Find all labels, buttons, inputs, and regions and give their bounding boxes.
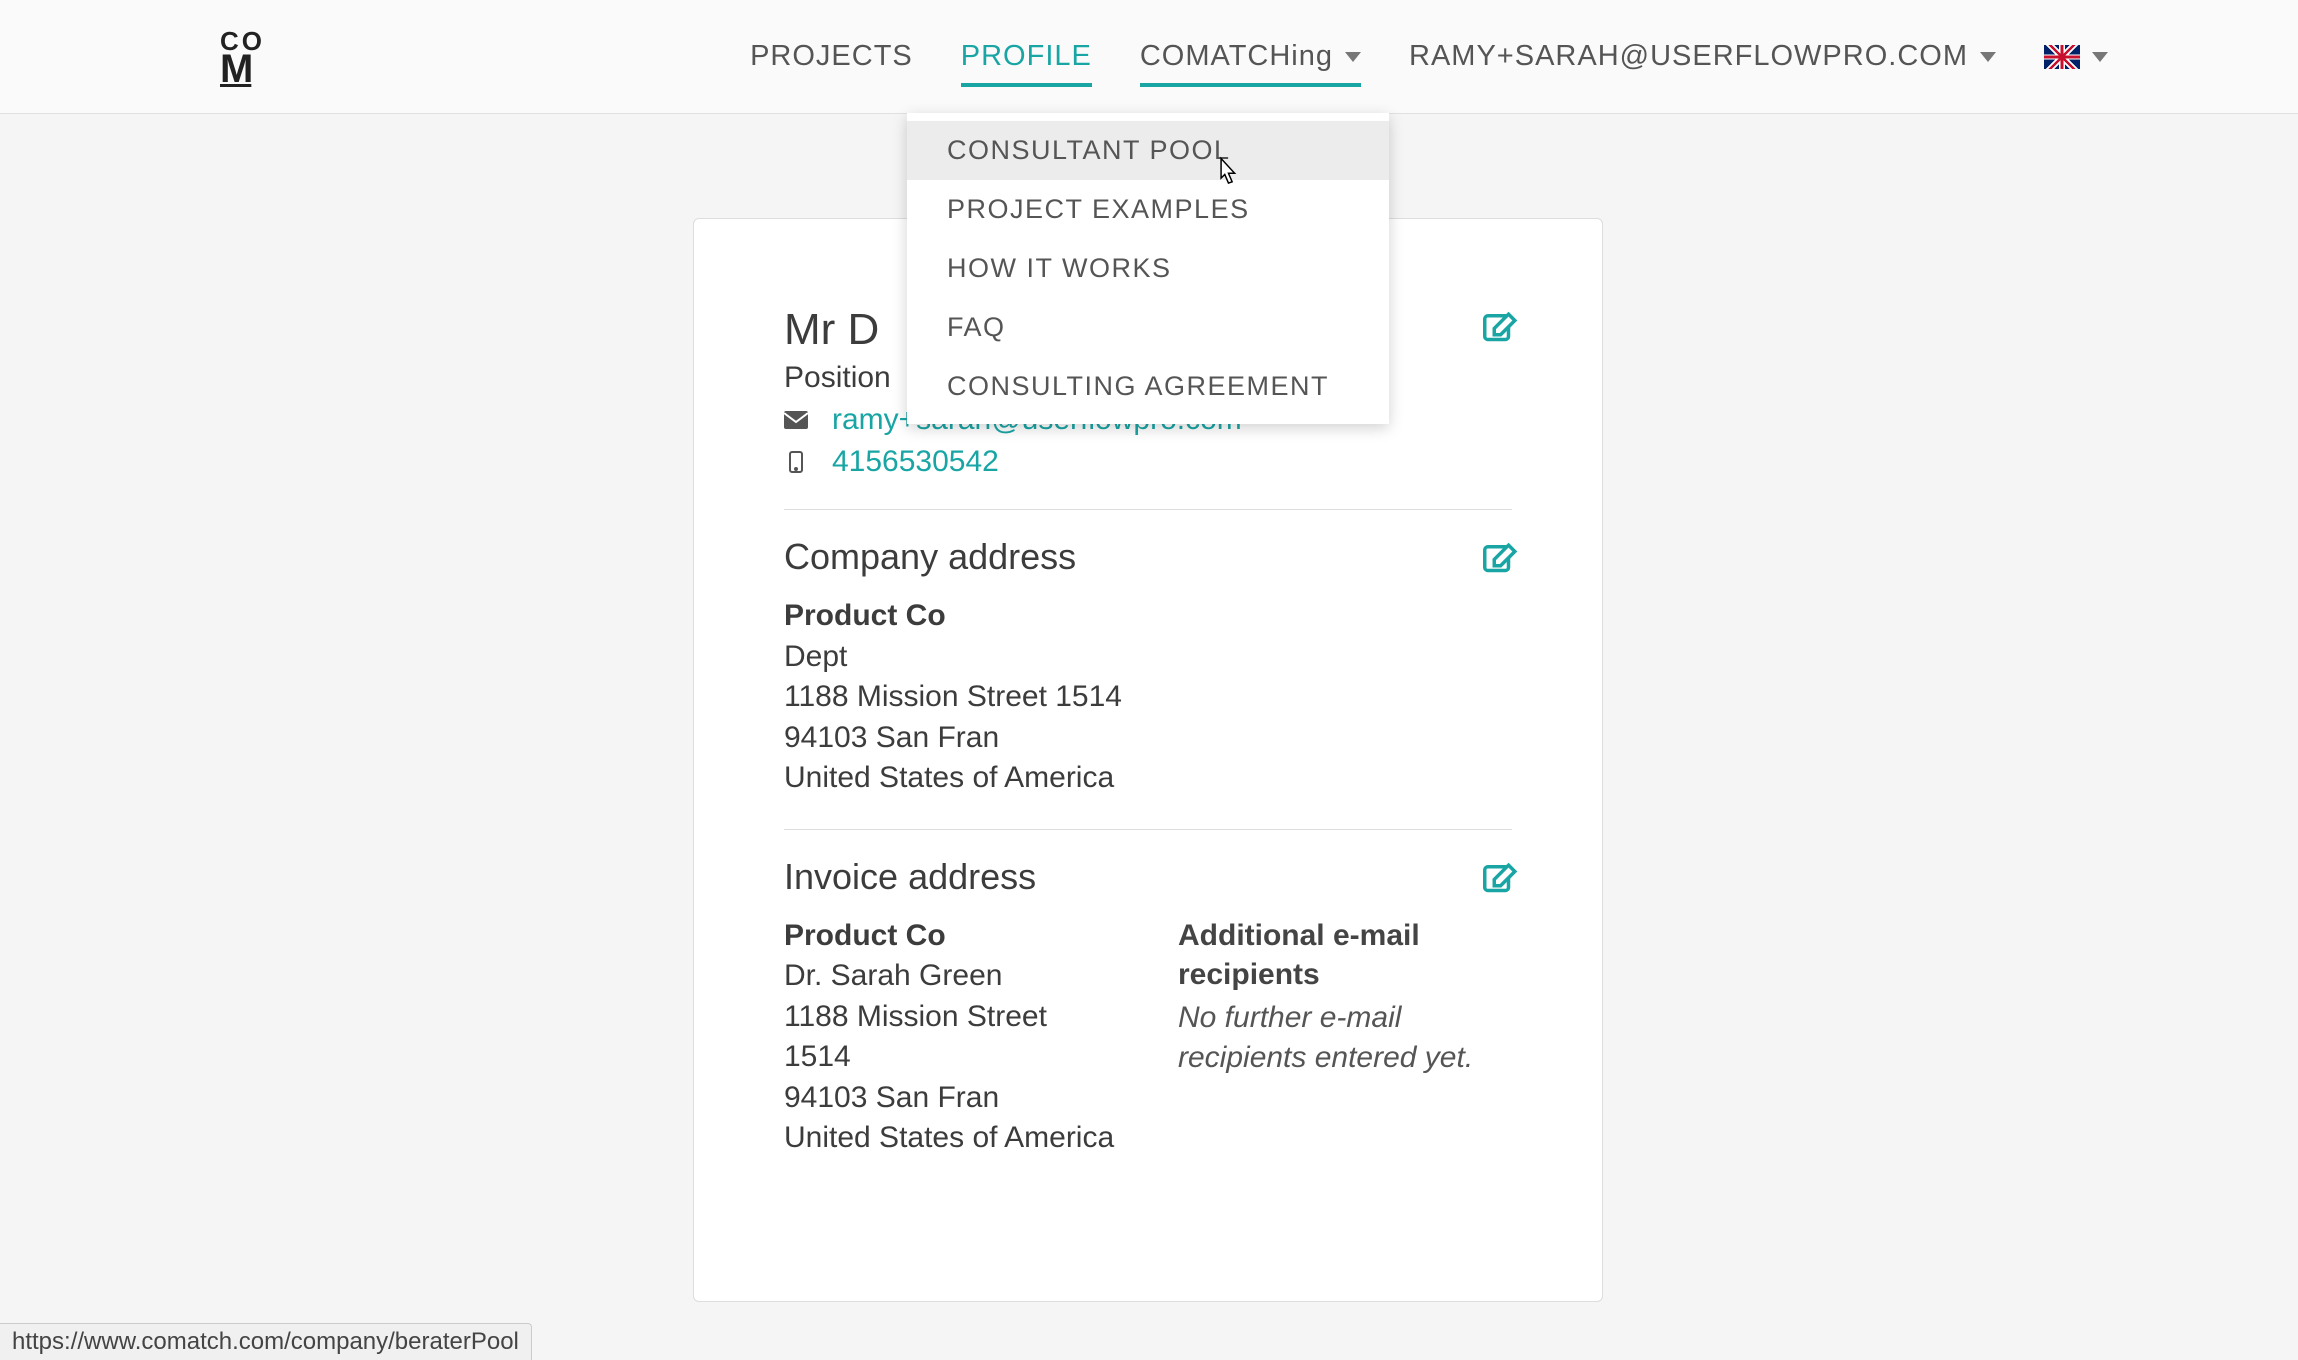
top-nav-bar: CO M PROJECTS PROFILE COMATCHing RAMY+SA… [0, 0, 2298, 114]
dropdown-how-it-works[interactable]: HOW IT WORKS [907, 239, 1389, 298]
envelope-icon [784, 411, 808, 429]
recipients-block: Additional e-mail recipients No further … [1178, 916, 1512, 1159]
comatching-dropdown: CONSULTANT POOL PROJECT EXAMPLES HOW IT … [907, 113, 1389, 424]
nav-links: PROJECTS PROFILE COMATCHing RAMY+SARAH@U… [750, 4, 2108, 109]
nav-account[interactable]: RAMY+SARAH@USERFLOWPRO.COM [1409, 4, 1996, 109]
company-country: United States of America [784, 758, 1512, 799]
caret-down-icon [2092, 52, 2108, 62]
phone-row: 4156530542 [784, 445, 1512, 479]
invoice-city: 94103 San Fran [784, 1078, 1118, 1119]
invoice-person: Dr. Sarah Green [784, 956, 1118, 997]
company-address-block: Product Co Dept 1188 Mission Street 1514… [784, 596, 1512, 799]
uk-flag-icon [2044, 45, 2080, 69]
recipients-label: Additional e-mail recipients [1178, 916, 1512, 994]
logo[interactable]: CO M [220, 17, 272, 97]
company-address-heading: Company address [784, 536, 1512, 578]
phone-link[interactable]: 4156530542 [832, 445, 999, 479]
invoice-name: Product Co [784, 916, 1118, 957]
invoice-address-block: Product Co Dr. Sarah Green 1188 Mission … [784, 916, 1118, 1159]
caret-down-icon [1980, 52, 1996, 62]
nav-comatching[interactable]: COMATCHing [1140, 4, 1361, 109]
company-name: Product Co [784, 596, 1512, 637]
nav-account-label: RAMY+SARAH@USERFLOWPRO.COM [1409, 40, 1968, 73]
nav-language[interactable] [2044, 9, 2108, 105]
edit-icon [1480, 311, 1518, 349]
invoice-address-heading: Invoice address [784, 856, 1512, 898]
company-street: 1188 Mission Street 1514 [784, 677, 1512, 718]
caret-down-icon [1345, 52, 1361, 62]
nav-profile[interactable]: PROFILE [961, 4, 1092, 109]
nav-comatching-label: COMATCHing [1140, 40, 1333, 73]
edit-icon [1480, 542, 1518, 580]
company-dept: Dept [784, 637, 1512, 678]
mobile-icon [784, 451, 808, 473]
company-address-section: Company address Product Co Dept 1188 Mis… [784, 536, 1512, 830]
dropdown-project-examples[interactable]: PROJECT EXAMPLES [907, 180, 1389, 239]
edit-profile-button[interactable] [1480, 311, 1518, 354]
invoice-country: United States of America [784, 1118, 1118, 1159]
company-city: 94103 San Fran [784, 718, 1512, 759]
status-bar-url: https://www.comatch.com/company/beraterP… [0, 1323, 532, 1360]
edit-invoice-address-button[interactable] [1480, 862, 1518, 905]
dropdown-consulting-agreement[interactable]: CONSULTING AGREEMENT [907, 357, 1389, 416]
invoice-address-section: Invoice address Product Co Dr. Sarah Gre… [784, 856, 1512, 1189]
invoice-columns: Product Co Dr. Sarah Green 1188 Mission … [784, 916, 1512, 1159]
dropdown-faq[interactable]: FAQ [907, 298, 1389, 357]
edit-icon [1480, 862, 1518, 900]
invoice-street: 1188 Mission Street 1514 [784, 997, 1118, 1078]
nav-projects[interactable]: PROJECTS [750, 4, 913, 109]
recipients-empty: No further e-mail recipients entered yet… [1178, 998, 1512, 1079]
edit-company-address-button[interactable] [1480, 542, 1518, 585]
dropdown-consultant-pool[interactable]: CONSULTANT POOL [907, 121, 1389, 180]
